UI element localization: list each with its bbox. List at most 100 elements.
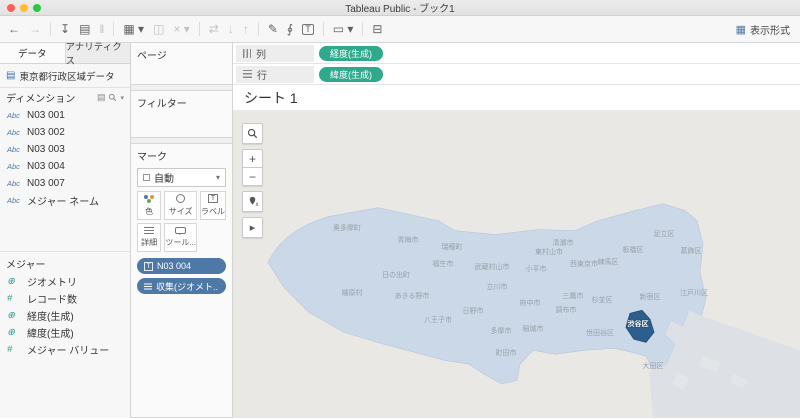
undo-icon[interactable]: ← [8,23,20,35]
dimension-field[interactable]: Abc N03 003 [0,141,130,158]
map-label: 葛飾区 [680,248,702,255]
tableau-window: Tableau Public - ブック1 ← → ↧ ▤ ‖ ▦ ▾ ◫ × … [0,0,800,419]
search-icon [247,128,258,139]
chevron-down-icon[interactable]: ▾ [120,94,124,102]
pause-updates-icon[interactable]: ‖ [99,23,104,35]
data-pane: データ アナリティクス ▤ 東京都行政区域データ ディメンション ▤ ▾ Abc… [0,42,131,418]
toolbar-separator [257,22,259,36]
map-canvas[interactable]: 奥多摩町 青梅市 瑞穂町 檜原村 日の出町 あきる野市 八王子市 福生市 武蔵村… [233,111,800,418]
map-label: 立川市 [486,284,508,291]
map-label: 足立区 [653,231,675,238]
dimension-field[interactable]: Abc N03 007 [0,175,130,192]
mark-type-dropdown[interactable]: 自動 ▾ [137,168,226,187]
cards-column: ページ フィルター マーク 自動 ▾ 色 サイズ T ラベル 詳細 ツール...… [131,43,233,418]
rows-icon [243,70,252,78]
measures-header: メジャー [6,260,46,271]
measure-field[interactable]: # メジャー バリュー [0,341,130,358]
measure-field[interactable]: ⊕ 経度(生成) [0,307,130,324]
map-label: 稲城市 [522,326,544,333]
tooltip-button[interactable]: ツール... [164,223,197,252]
map-label: 渋谷区 [627,321,649,328]
dimension-field[interactable]: Abc N03 004 [0,158,130,175]
size-button[interactable]: サイズ [164,191,197,220]
zoom-out-button[interactable]: − [242,167,263,186]
map-label: 青梅市 [397,237,419,244]
datasource-name: 東京都行政区域データ [19,71,115,83]
search-fields-icon[interactable] [108,93,117,102]
duplicate-icon[interactable]: ◫ [153,23,164,35]
map-label: 東村山市 [535,249,563,256]
map-controls: + − x ▶ [242,123,263,238]
clear-sheet-icon[interactable]: × ▾ [173,23,189,35]
map-labels-layer: 奥多摩町 青梅市 瑞穂町 檜原村 日の出町 あきる野市 八王子市 福生市 武蔵村… [233,111,800,418]
window-title: Tableau Public - ブック1 [345,4,455,15]
text-type-icon: Abc [7,162,20,171]
marks-card: マーク 自動 ▾ 色 サイズ T ラベル 詳細 ツール... T N03 004… [131,143,232,418]
mark-type-icon [143,174,150,181]
presentation-mode-icon[interactable]: ⊟ [372,23,382,35]
expand-controls-button[interactable]: ▶ [242,217,263,238]
toolbar-separator [362,22,364,36]
marks-pill[interactable]: N03 004 [137,258,226,274]
columns-shelf-label: 列 [236,44,314,62]
label-toggle-icon[interactable]: T [302,23,314,35]
rows-shelf[interactable]: 行 緯度(生成) [233,64,800,85]
color-button[interactable]: 色 [137,191,162,220]
titlebar: Tableau Public - ブック1 [0,0,800,16]
columns-shelf[interactable]: 列 経度(生成) [233,43,800,64]
map-pin-button[interactable]: x [242,191,263,212]
highlight-icon[interactable]: ✎ [268,23,278,35]
pages-card[interactable]: ページ [131,43,232,85]
map-label: 瑞穂町 [441,244,463,251]
expand-icon: ▶ [249,224,256,232]
sort-ascending-icon[interactable]: ↓ [228,23,234,35]
map-label: 清瀬市 [552,240,574,247]
dimension-field[interactable]: Abc N03 002 [0,124,130,141]
toolbar-separator [322,22,324,36]
detail-button[interactable]: 詳細 [137,223,162,252]
tab-data[interactable]: データ [0,43,65,63]
measure-type-icon: ⊕ [7,327,15,338]
dimensions-header: ディメンション ▤ ▾ [6,92,124,105]
view-mode-icon[interactable]: ▤ [97,92,106,103]
paperclip-icon[interactable]: ∮ [287,23,293,35]
measure-field[interactable]: ⊕ ジオメトリ [0,273,130,290]
map-label: 日の出町 [382,272,410,279]
new-datasource-icon[interactable]: ▤ [79,23,90,35]
filters-card[interactable]: フィルター [131,90,232,138]
datasource-icon: ▤ [6,70,16,81]
sheet-title[interactable]: シート 1 [233,85,800,111]
measure-type-icon: # [7,344,13,355]
map-search-button[interactable] [242,123,263,144]
columns-pill[interactable]: 経度(生成) [319,45,383,61]
fit-selector-icon[interactable]: ▭ ▾ [333,23,354,35]
text-type-icon: Abc [7,111,20,120]
map-label: 大田区 [642,363,664,370]
toolbar-separator [113,22,115,36]
rows-pill[interactable]: 緯度(生成) [319,66,383,82]
map-label: 西東京市 [570,261,598,268]
new-worksheet-icon[interactable]: ▦ ▾ [123,23,144,35]
zoom-controls: + − [242,149,263,186]
toolbar-separator [50,22,51,36]
zoom-in-button[interactable]: + [242,149,263,168]
map-label: 檜原村 [341,290,363,297]
redo-icon[interactable]: → [29,23,41,35]
map-label: 杉並区 [591,297,613,304]
map-label: 三鷹市 [562,293,584,300]
map-label: 板橋区 [622,247,644,254]
save-icon[interactable]: ↧ [60,23,70,35]
dimension-field[interactable]: Abc メジャー ネーム [0,192,130,209]
sort-descending-icon[interactable]: ↑ [243,23,249,35]
tab-analytics[interactable]: アナリティクス [64,42,130,67]
swap-axes-icon[interactable]: ⇄ [209,23,219,35]
toolbar-separator [198,22,200,36]
marks-pill[interactable]: 収集(ジオメト.. [137,278,226,294]
measure-field[interactable]: ⊕ 緯度(生成) [0,324,130,341]
show-me-button[interactable]: ▦ 表示形式 [736,22,790,37]
datasource-row[interactable]: ▤ 東京都行政区域データ [0,64,130,88]
measure-type-icon: ⊕ [7,276,15,287]
label-button[interactable]: ラベル [200,191,226,220]
measure-field[interactable]: # レコード数 [0,290,130,307]
dimension-field[interactable]: Abc N03 001 [0,107,130,124]
